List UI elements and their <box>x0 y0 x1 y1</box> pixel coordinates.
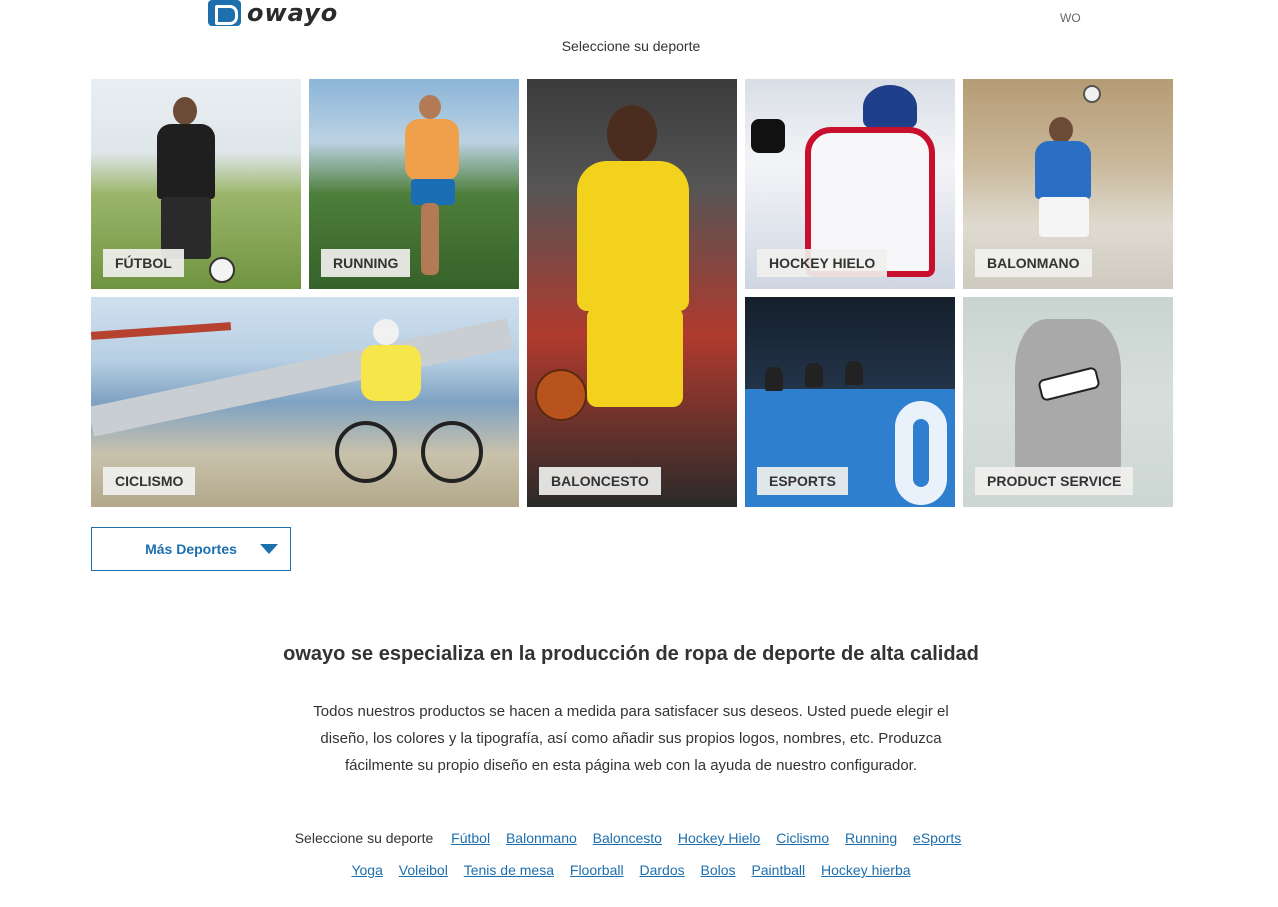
link-futbol[interactable]: Fútbol <box>451 830 490 846</box>
link-balonmano[interactable]: Balonmano <box>506 830 577 846</box>
sport-links-row-2: Yoga Voleibol Tenis de mesa Floorball Da… <box>0 862 1262 878</box>
athlete-image <box>411 179 455 205</box>
ball-icon <box>209 257 235 283</box>
link-dardos[interactable]: Dardos <box>639 862 684 878</box>
athlete-image <box>157 124 215 199</box>
description: Todos nuestros productos se hacen a medi… <box>313 703 949 774</box>
sport-links-row-1: Seleccione su deporte Fútbol Balonmano B… <box>0 830 1262 846</box>
hoodie-image <box>1015 319 1121 489</box>
tile-label: HOCKEY HIELO <box>757 249 888 277</box>
glove-icon <box>751 119 785 153</box>
player-image <box>845 361 863 385</box>
link-bolos[interactable]: Bolos <box>701 862 736 878</box>
link-ciclismo[interactable]: Ciclismo <box>776 830 829 846</box>
link-hockey-hielo[interactable]: Hockey Hielo <box>678 830 760 846</box>
tile-esports[interactable]: ESPORTS <box>745 297 955 507</box>
tile-label: RUNNING <box>321 249 411 277</box>
logo-mark-icon <box>208 0 241 26</box>
link-paintball[interactable]: Paintball <box>751 862 805 878</box>
player-image <box>765 367 783 391</box>
tile-balonmano[interactable]: BALONMANO <box>963 79 1173 289</box>
tile-label: FÚTBOL <box>103 249 184 277</box>
athlete-image <box>607 105 657 163</box>
tile-ciclismo[interactable]: CICLISMO <box>91 297 519 507</box>
link-yoga[interactable]: Yoga <box>351 862 382 878</box>
sport-links-label: Seleccione su deporte <box>294 830 434 846</box>
chevron-down-icon <box>260 544 278 554</box>
player-image <box>805 363 823 387</box>
region-selector[interactable]: WO <box>1060 11 1081 25</box>
tile-baloncesto[interactable]: BALONCESTO <box>527 79 737 507</box>
link-voleibol[interactable]: Voleibol <box>399 862 448 878</box>
athlete-image <box>1035 141 1091 199</box>
bike-wheel-icon <box>335 421 397 483</box>
athlete-image <box>405 119 459 181</box>
tile-running[interactable]: RUNNING <box>309 79 519 289</box>
more-sports-label: Más Deportes <box>145 541 237 557</box>
link-hockey-hierba[interactable]: Hockey hierba <box>821 862 911 878</box>
tile-label: PRODUCT SERVICE <box>975 467 1134 495</box>
header: owayo WO <box>0 0 1278 34</box>
athlete-image <box>1039 197 1089 237</box>
select-sport-title: Seleccione su deporte <box>561 38 701 54</box>
tile-product-service[interactable]: PRODUCT SERVICE <box>963 297 1173 507</box>
bridge-image <box>91 322 232 340</box>
athlete-image <box>419 95 441 119</box>
ball-icon <box>1083 85 1101 103</box>
ball-icon <box>535 369 587 421</box>
athlete-image <box>1049 117 1073 143</box>
link-tenis-de-mesa[interactable]: Tenis de mesa <box>464 862 554 878</box>
athlete-image <box>173 97 197 125</box>
link-running[interactable]: Running <box>845 830 897 846</box>
tile-label: BALONCESTO <box>539 467 661 495</box>
tile-label: CICLISMO <box>103 467 196 495</box>
stage-image <box>895 401 947 505</box>
link-floorball[interactable]: Floorball <box>570 862 624 878</box>
owayo-logo[interactable]: owayo <box>208 0 348 27</box>
tile-label: BALONMANO <box>975 249 1092 277</box>
athlete-image <box>577 161 689 311</box>
tile-label: ESPORTS <box>757 467 848 495</box>
helmet-icon <box>863 85 917 129</box>
athlete-image <box>361 345 421 401</box>
link-esports[interactable]: eSports <box>913 830 961 846</box>
guardrail-image <box>91 318 513 437</box>
athlete-image <box>421 203 439 275</box>
helmet-icon <box>373 319 399 345</box>
tile-futbol[interactable]: FÚTBOL <box>91 79 301 289</box>
logo-text: owayo <box>247 0 339 27</box>
bike-wheel-icon <box>421 421 483 483</box>
link-baloncesto[interactable]: Baloncesto <box>593 830 662 846</box>
athlete-image <box>587 307 683 407</box>
headline: owayo se especializa en la producción de… <box>283 643 979 665</box>
tile-hockey-hielo[interactable]: HOCKEY HIELO <box>745 79 955 289</box>
more-sports-button[interactable]: Más Deportes <box>91 527 291 571</box>
